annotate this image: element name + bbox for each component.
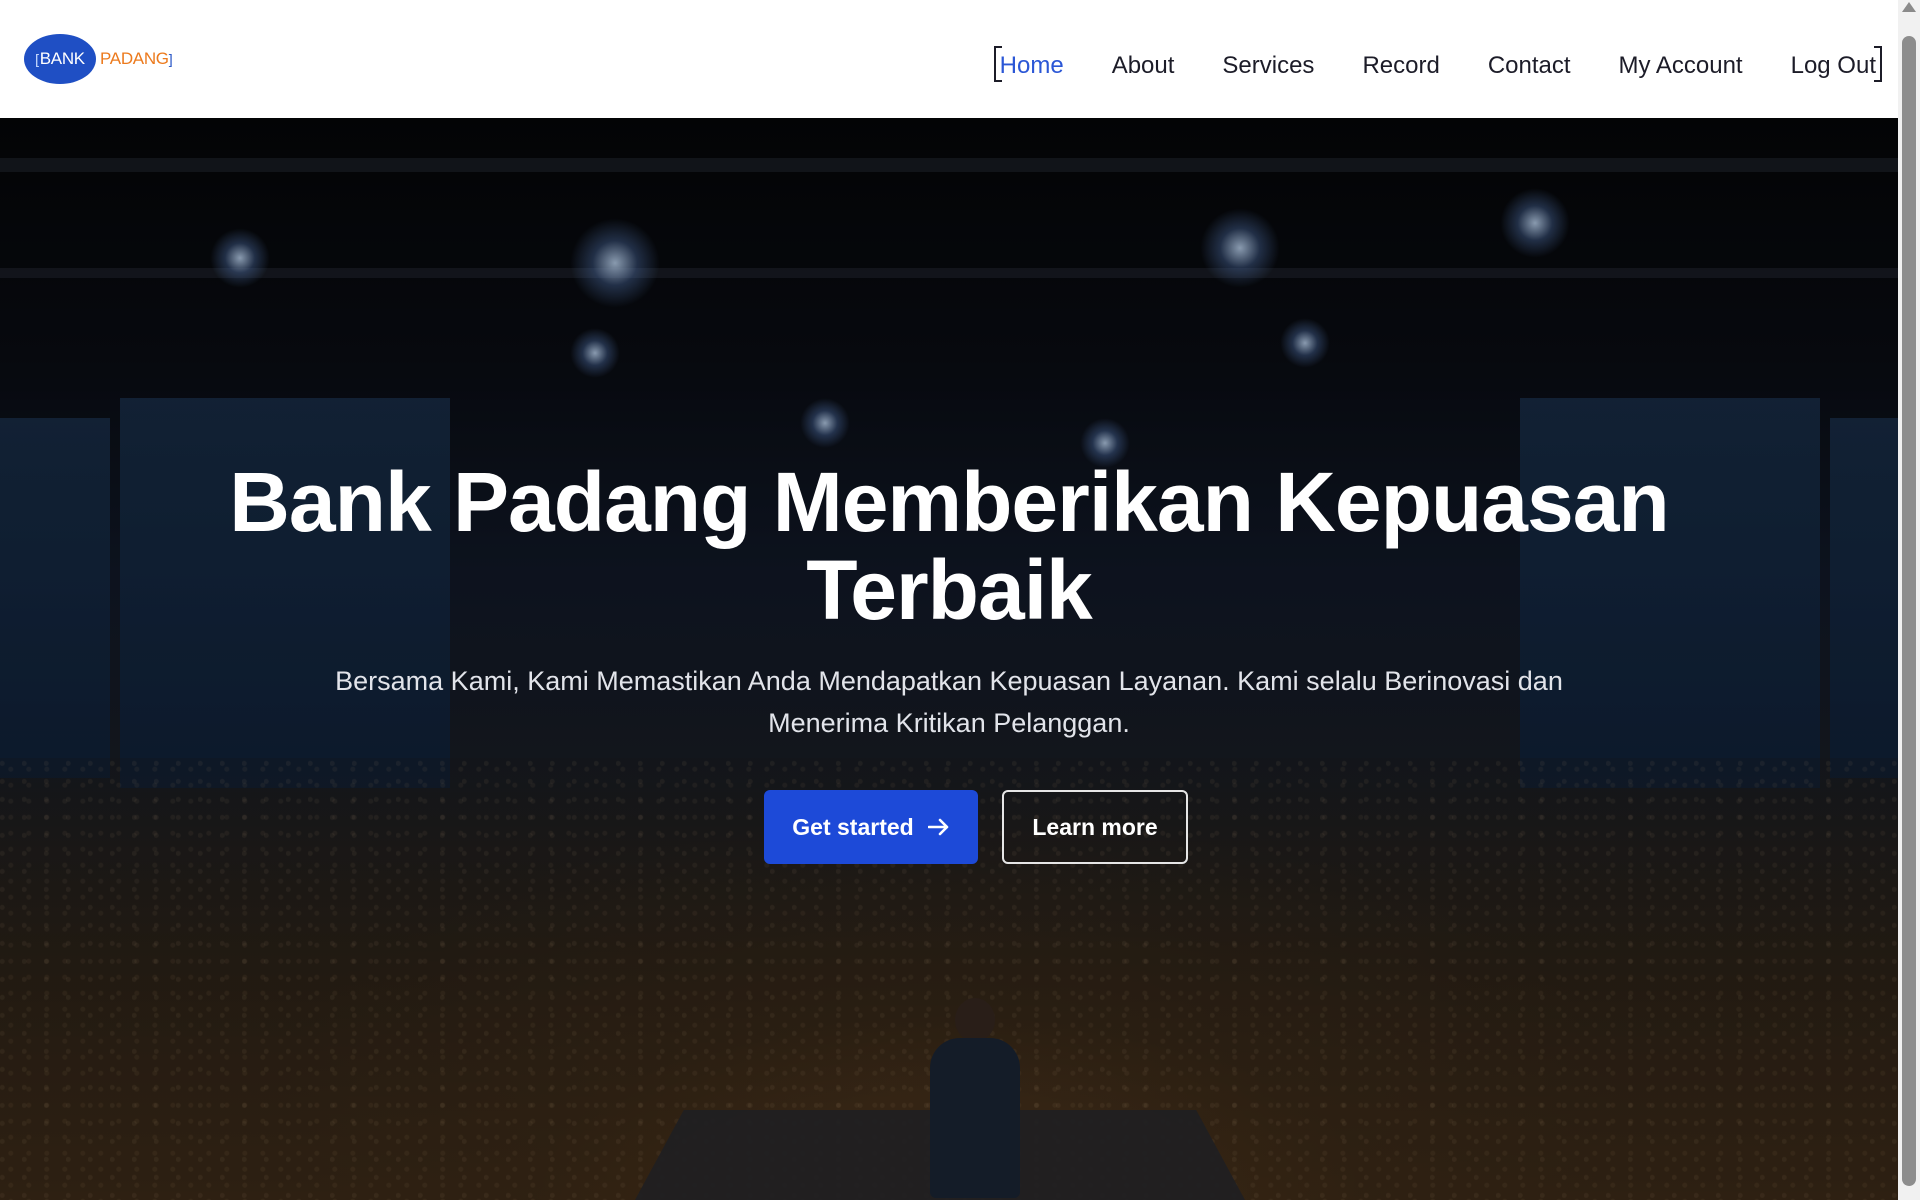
focus-bracket-left [993, 46, 1002, 82]
nav-item-label: Contact [1487, 52, 1571, 79]
logo-padang-text: PADANG] [100, 49, 173, 69]
nav-item-log-out[interactable]: Log Out [1790, 46, 1882, 82]
nav-item-label: Home [999, 52, 1064, 79]
hero-buttons: Get started Learn more [0, 790, 1898, 864]
nav-item-home[interactable]: Home [993, 46, 1064, 82]
vertical-scrollbar[interactable] [1898, 0, 1920, 1200]
nav-item-label: Record [1362, 52, 1440, 79]
nav-item-label: About [1111, 52, 1175, 79]
logo-bank-text: BANK [39, 49, 85, 68]
hero-section: Bank Padang Memberikan Kepuasan Terbaik … [0, 118, 1898, 1200]
logo-padang-word: PADANG [100, 49, 169, 68]
hero-subtitle: Bersama Kami, Kami Memastikan Anda Menda… [335, 666, 1563, 738]
logo-right-bracket: ] [168, 51, 173, 67]
get-started-button[interactable]: Get started [764, 790, 978, 864]
get-started-label: Get started [792, 813, 914, 840]
main-nav: Home About Services Record Contact My Ac… [993, 46, 1882, 82]
focus-bracket-right [1874, 46, 1882, 82]
site-header: [ BANK PADANG] Home About Services Recor… [0, 0, 1898, 118]
nav-item-label: My Account [1618, 52, 1743, 79]
nav-item-label: Services [1222, 52, 1315, 79]
page-viewport: [ BANK PADANG] Home About Services Recor… [0, 0, 1898, 1200]
nav-item-label: Log Out [1790, 52, 1876, 79]
nav-item-record[interactable]: Record [1362, 52, 1439, 80]
scroll-up-arrow-icon[interactable] [1902, 2, 1916, 12]
learn-more-label: Learn more [1032, 813, 1158, 840]
scrollbar-thumb[interactable] [1902, 36, 1916, 1186]
nav-item-contact[interactable]: Contact [1488, 52, 1571, 80]
nav-item-services[interactable]: Services [1222, 52, 1314, 80]
nav-item-about[interactable]: About [1112, 52, 1175, 80]
hero-content: Bank Padang Memberikan Kepuasan Terbaik … [0, 118, 1898, 1200]
logo-left-bracket: [ [35, 51, 39, 67]
nav-item-my-account[interactable]: My Account [1619, 52, 1743, 80]
learn-more-button[interactable]: Learn more [1002, 790, 1188, 864]
arrow-right-icon [927, 818, 949, 836]
bank-padang-logo[interactable]: [ BANK PADANG] [24, 34, 173, 84]
logo-oval: [ BANK [24, 34, 96, 84]
hero-title: Bank Padang Memberikan Kepuasan Terbaik [229, 455, 1669, 637]
